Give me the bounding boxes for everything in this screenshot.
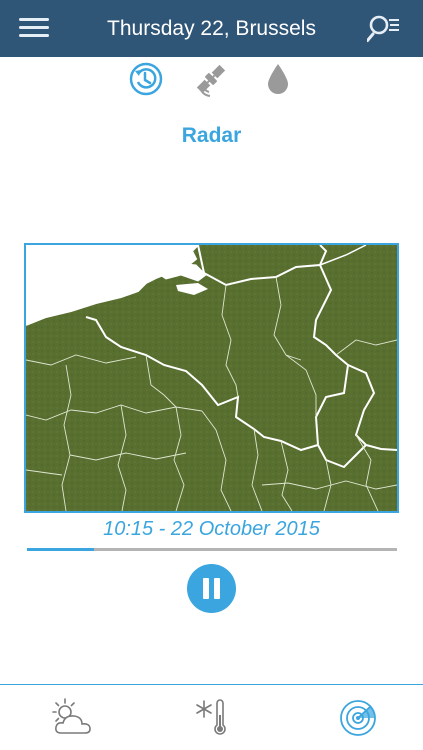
section-title: Radar [181,124,242,147]
radar-map[interactable] [24,243,399,513]
menu-line [19,18,49,21]
menu-line [19,34,49,37]
timeline-progress-fill [27,548,94,551]
mode-selector [0,58,423,100]
tab-forecast[interactable] [47,695,97,741]
mode-history[interactable] [127,60,165,98]
pause-button[interactable] [187,564,236,613]
timeline-progress-bar[interactable] [27,548,397,551]
history-clock-icon [129,62,163,96]
pause-icon [203,578,209,599]
bottom-tab-bar [0,684,423,750]
menu-line [19,26,49,29]
top-bar: Thursday 22, Brussels [0,0,423,57]
radar-timestamp: 10:15 - 22 October 2015 [103,518,320,540]
pause-icon [214,578,220,599]
snowflake-thermometer-icon [196,699,226,735]
menu-button[interactable] [19,18,49,40]
page-title: Thursday 22, Brussels [107,17,316,40]
tab-temperature[interactable] [187,695,237,741]
water-drop-icon [268,64,288,94]
mode-precipitation[interactable] [259,60,297,98]
search-list-icon [366,15,399,42]
mode-satellite[interactable] [192,60,230,98]
tab-radar[interactable] [335,695,385,741]
satellite-icon [196,64,226,97]
radar-icon [340,700,376,736]
sun-cloud-icon [52,698,91,734]
belgium-map [26,245,397,511]
search-button[interactable] [366,13,401,43]
